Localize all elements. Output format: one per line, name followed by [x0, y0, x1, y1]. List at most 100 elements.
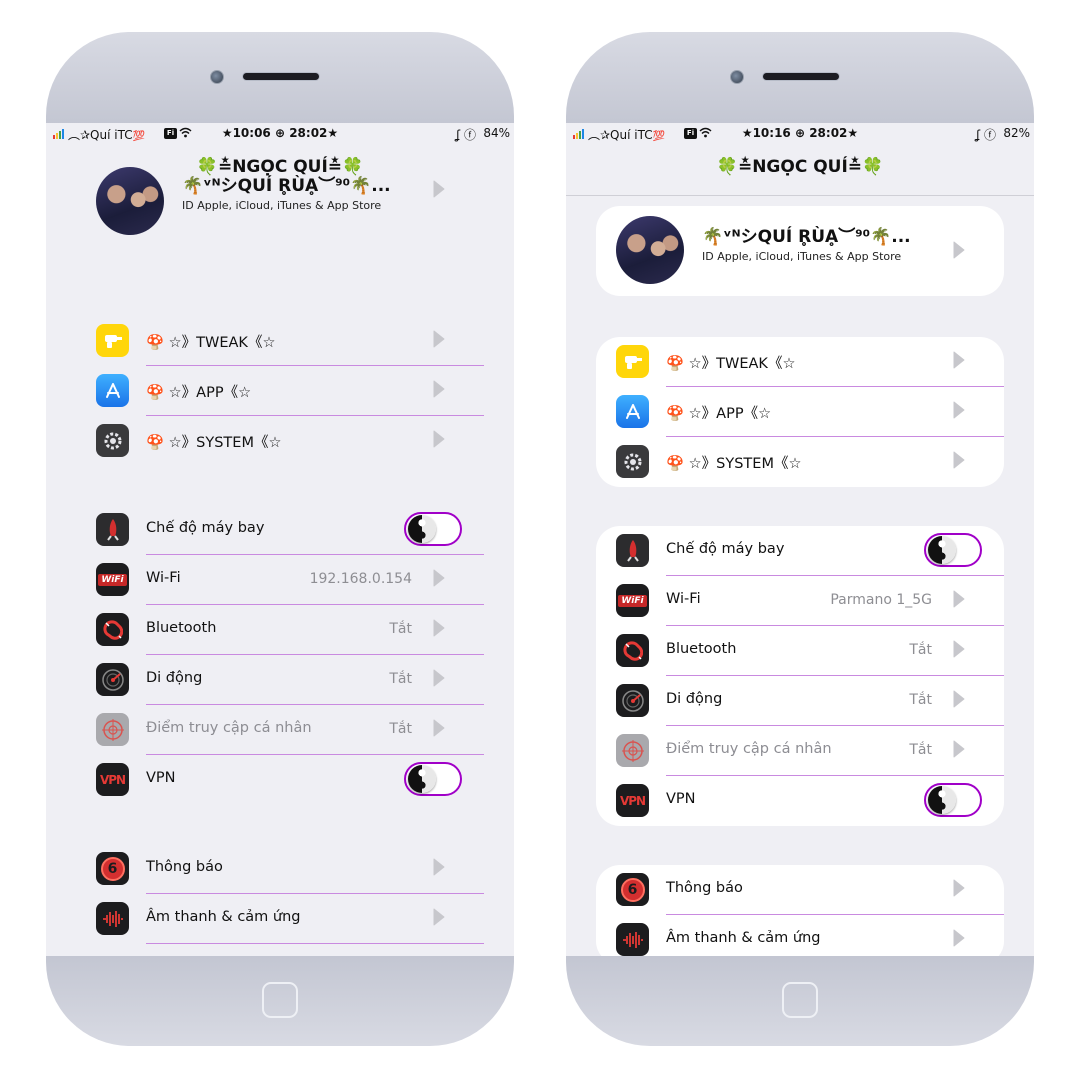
list-item-notifications[interactable]: 6 Thông báo — [96, 844, 484, 894]
chevron-right-icon — [953, 241, 965, 259]
app-store-icon — [616, 395, 649, 428]
connectivity-group: Chế độ máy bay WiFi Wi-Fi 192.168.0.154 — [96, 505, 484, 805]
list-item-label: Di động — [666, 691, 723, 707]
bluetooth-value: Tắt — [389, 621, 412, 637]
chevron-right-icon — [433, 619, 445, 637]
status-bar: ︵✰Quí iTC💯 Fi ★10:16 ⊕ 28:02★ ʆ ⓕ 82% — [566, 123, 1034, 145]
yin-yang-icon — [408, 515, 436, 543]
earpiece-speaker — [242, 72, 320, 81]
battery-percent: 84% — [483, 126, 510, 140]
list-item-wifi[interactable]: WiFi Wi-Fi 192.168.0.154 — [96, 555, 484, 605]
avatar — [96, 167, 164, 235]
list-item-vpn[interactable]: VPN VPN — [96, 755, 484, 805]
vpn-toggle[interactable] — [924, 783, 982, 817]
phone-top-bezel — [46, 32, 514, 126]
list-item-hotspot[interactable]: Điểm truy cập cá nhân Tắt — [616, 726, 1004, 776]
rocket-icon — [616, 534, 649, 567]
tweak-group: 🍄 ☆》TWEAK《☆ 🍄 ☆》APP《☆ 🍄 ☆》SYSTEM《☆ — [96, 316, 484, 466]
list-item-cellular[interactable]: Di động Tắt — [616, 676, 1004, 726]
wifi-icon: WiFi — [96, 563, 129, 596]
list-item-bluetooth[interactable]: Bluetooth Tắt — [616, 626, 1004, 676]
list-item-label: Chế độ máy bay — [146, 520, 265, 536]
cellular-value: Tắt — [389, 671, 412, 687]
earpiece-speaker — [762, 72, 840, 81]
list-item-hotspot[interactable]: Điểm truy cập cá nhân Tắt — [96, 705, 484, 755]
list-item-sounds[interactable]: Âm thanh & cảm ứng — [616, 915, 1004, 957]
sound-wave-icon — [96, 902, 129, 935]
front-camera — [210, 70, 224, 84]
chevron-right-icon — [953, 590, 965, 608]
list-item-airplane-mode[interactable]: Chế độ máy bay — [616, 526, 1004, 576]
list-item-wifi[interactable]: WiFi Wi-Fi Parmano 1_5G — [616, 576, 1004, 626]
list-item-tweak[interactable]: 🍄 ☆》TWEAK《☆ — [616, 337, 1004, 387]
list-item-notifications[interactable]: 6 Thông báo — [616, 865, 1004, 915]
app-store-icon — [96, 374, 129, 407]
bluetooth-value: Tắt — [909, 642, 932, 658]
list-item-bluetooth[interactable]: Bluetooth Tắt — [96, 605, 484, 655]
vpn-icon: VPN — [616, 784, 649, 817]
chevron-right-icon — [953, 740, 965, 758]
airplane-mode-toggle[interactable] — [404, 512, 462, 546]
list-item-app[interactable]: 🍄 ☆》APP《☆ — [616, 387, 1004, 437]
list-item-label: Điểm truy cập cá nhân — [146, 720, 312, 736]
airplane-mode-toggle[interactable] — [924, 533, 982, 567]
list-item-label: VPN — [146, 770, 176, 786]
page-title: 🍀≛NGỌC QUÍ≛🍀 — [716, 157, 884, 177]
chevron-right-icon — [433, 858, 445, 876]
profile-row[interactable]: 🌴ᵛᴺシQUÍ R̥ÙḀ︶⁹⁰🌴... ID Apple, iCloud, iT… — [96, 123, 484, 235]
wifi-icon: WiFi — [616, 584, 649, 617]
home-button[interactable] — [262, 982, 298, 1018]
list-item-system[interactable]: 🍄 ☆》SYSTEM《☆ — [96, 416, 484, 466]
chevron-right-icon — [433, 669, 445, 687]
list-item-label: Di động — [146, 670, 203, 686]
settings-screen: ︵✰Quí iTC💯 Fi ★10:16 ⊕ 28:02★ ʆ ⓕ 82% 🍀≛… — [566, 123, 1034, 957]
battery-percent: 82% — [1003, 126, 1030, 140]
list-item-label: Thông báo — [146, 859, 223, 875]
profile-subtitle: ID Apple, iCloud, iTunes & App Store — [702, 250, 902, 263]
yin-yang-icon — [928, 536, 956, 564]
notification-icon: 6 — [616, 873, 649, 906]
rocket-icon — [96, 513, 129, 546]
list-item-label: Âm thanh & cảm ứng — [666, 930, 821, 946]
phone-bottom-bezel — [566, 956, 1034, 1046]
phone-right: ︵✰Quí iTC💯 Fi ★10:16 ⊕ 28:02★ ʆ ⓕ 82% 🍀≛… — [566, 32, 1034, 1046]
list-item-label: Wi-Fi — [666, 591, 701, 607]
profile-row[interactable]: 🌴ᵛᴺシQUÍ R̥ÙḀ︶⁹⁰🌴... ID Apple, iCloud, iT… — [596, 206, 1004, 296]
status-extra-icons: ʆ ⓕ — [976, 128, 996, 142]
list-item-tweak[interactable]: 🍄 ☆》TWEAK《☆ — [96, 316, 484, 366]
list-item-label: Bluetooth — [146, 620, 217, 636]
list-item-label: Bluetooth — [666, 641, 737, 657]
phone-left: ︵✰Quí iTC💯 Fi ★10:06 ⊕ 28:02★ ʆ ⓕ 84% 🍀≛… — [46, 32, 514, 1046]
list-item-airplane-mode[interactable]: Chế độ máy bay — [96, 505, 484, 555]
radar-icon — [96, 663, 129, 696]
list-item-label: Wi-Fi — [146, 570, 181, 586]
chevron-right-icon — [953, 879, 965, 897]
vpn-toggle[interactable] — [404, 762, 462, 796]
list-item-app[interactable]: 🍄 ☆》APP《☆ — [96, 366, 484, 416]
row-divider — [146, 943, 484, 944]
list-item-label: 🍄 ☆》TWEAK《☆ — [146, 335, 276, 351]
list-item-label: Điểm truy cập cá nhân — [666, 741, 832, 757]
list-item-system[interactable]: 🍄 ☆》SYSTEM《☆ — [616, 437, 1004, 487]
tweak-group: 🍄 ☆》TWEAK《☆ 🍄 ☆》APP《☆ 🍄 ☆》SYSTEM《☆ — [596, 337, 1004, 487]
list-item-cellular[interactable]: Di động Tắt — [96, 655, 484, 705]
notifications-group: 6 Thông báo Âm thanh & cảm ứng — [596, 865, 1004, 957]
chevron-right-icon — [433, 569, 445, 587]
notification-icon: 6 — [96, 852, 129, 885]
yin-yang-icon — [408, 765, 436, 793]
comparison-stage: ︵✰Quí iTC💯 Fi ★10:06 ⊕ 28:02★ ʆ ⓕ 84% 🍀≛… — [0, 0, 1080, 1080]
chevron-right-icon — [953, 640, 965, 658]
chevron-right-icon — [953, 690, 965, 708]
chevron-right-icon — [433, 330, 445, 348]
gear-icon — [96, 424, 129, 457]
wifi-value: 192.168.0.154 — [309, 571, 412, 587]
chevron-right-icon — [953, 401, 965, 419]
yin-yang-icon — [928, 786, 956, 814]
list-item-vpn[interactable]: VPN VPN — [616, 776, 1004, 826]
gear-icon — [616, 445, 649, 478]
home-button[interactable] — [782, 982, 818, 1018]
list-item-label: 🍄 ☆》APP《☆ — [666, 406, 772, 422]
list-item-sounds[interactable]: Âm thanh & cảm ứng — [96, 894, 484, 944]
drill-icon — [616, 345, 649, 378]
drill-icon — [96, 324, 129, 357]
